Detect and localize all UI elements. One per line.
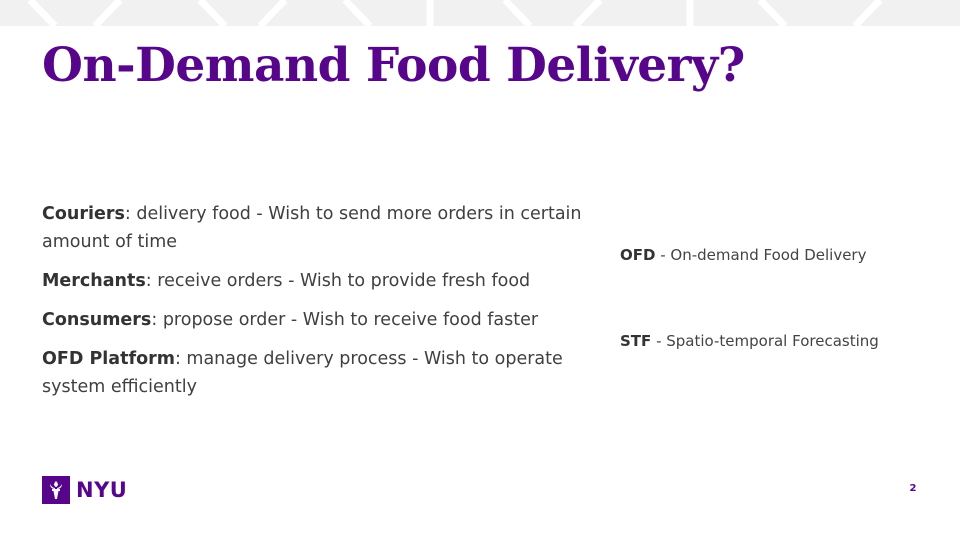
role-term: Couriers: [42, 204, 125, 224]
role-term: Merchants: [42, 271, 146, 291]
top-decorative-band: [0, 0, 960, 26]
roles-list: Couriers: delivery food - Wish to send m…: [42, 200, 602, 412]
role-description: : receive orders - Wish to provide fresh…: [145, 271, 531, 291]
torch-icon: [42, 476, 70, 504]
role-description: : propose order - Wish to receive food f…: [151, 310, 539, 330]
role-term: Consumers: [42, 310, 152, 330]
role-item-merchants: Merchants: receive orders - Wish to prov…: [42, 267, 602, 295]
role-item-consumers: Consumers: propose order - Wish to recei…: [42, 306, 602, 334]
abbreviation-stf: STF - Spatio-temporal Forecasting: [620, 332, 879, 350]
role-term: OFD Platform: [42, 349, 175, 369]
abbreviation-ofd: OFD - On-demand Food Delivery: [620, 246, 866, 264]
page-number: 2: [909, 483, 917, 494]
abbreviation-definition: - On-demand Food Delivery: [655, 246, 867, 264]
logo-text: NYU: [76, 478, 128, 502]
abbreviation-term: STF: [620, 332, 652, 350]
abbreviation-definition: - Spatio-temporal Forecasting: [651, 332, 879, 350]
abbreviation-term: OFD: [620, 246, 656, 264]
role-item-ofd-platform: OFD Platform: manage delivery process - …: [42, 345, 602, 401]
role-item-couriers: Couriers: delivery food - Wish to send m…: [42, 200, 602, 256]
slide-title: On-Demand Food Delivery?: [42, 38, 745, 93]
nyu-logo: NYU: [42, 476, 127, 504]
